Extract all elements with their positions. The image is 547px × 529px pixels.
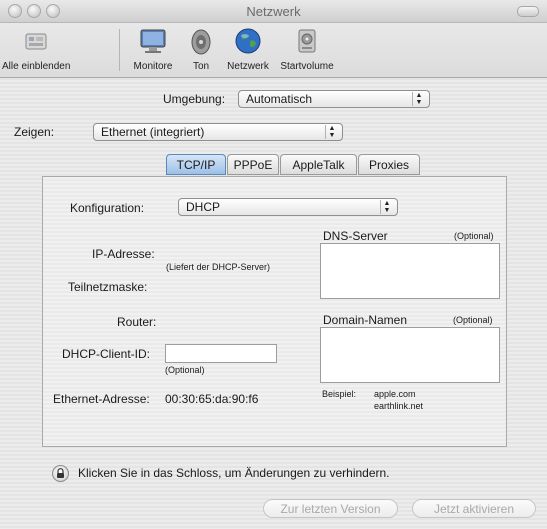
tab-appletalk[interactable]: AppleTalk [280,154,357,175]
show-all-icon [25,33,47,50]
show-popup[interactable]: Ethernet (integriert) ▲ ▼ [93,123,343,141]
router-label: Router: [117,315,157,329]
toolbar-toggle-button[interactable] [517,6,539,17]
lock-message: Klicken Sie in das Schloss, um Änderunge… [78,466,390,480]
subnet-mask-label: Teilnetzmaske: [68,280,148,294]
domain-names-textarea[interactable] [320,327,500,383]
toolbar-item-startup-disk[interactable]: Startvolume [275,26,339,72]
domain-optional-hint: (Optional) [453,315,493,325]
tab-pppoe[interactable]: PPPoE [227,154,279,175]
toolbar-item-label: Netzwerk [227,61,269,72]
popup-arrows-icon: ▲ ▼ [412,92,425,106]
padlock-icon [57,468,64,478]
configuration-label: Konfiguration: [70,201,145,215]
ip-address-hint: (Liefert der DHCP-Server) [166,262,271,272]
location-popup[interactable]: Automatisch ▲ ▼ [238,90,430,108]
ip-address-label: IP-Adresse: [92,247,155,261]
example-label: Beispiel: [322,389,357,399]
apply-now-button[interactable]: Jetzt aktivieren [412,499,536,518]
toolbar-item-label: Alle einblenden [2,61,71,72]
configuration-value: DHCP [186,200,221,214]
domain-names-label: Domain-Namen [323,313,408,327]
example-domain-1: apple.com [374,389,416,399]
window-title: Netzwerk [246,4,301,19]
monitor-icon [140,29,166,53]
toolbar-item-label: Startvolume [280,61,334,72]
disk-icon [298,29,316,53]
dhcp-client-id-input[interactable] [165,344,277,363]
tcpip-panel [42,176,507,447]
globe-icon [235,28,261,54]
dhcp-client-id-label: DHCP-Client-ID: [62,347,151,361]
ethernet-address-value: 00:30:65:da:90:f6 [165,392,259,406]
ethernet-address-label: Ethernet-Adresse: [53,392,150,406]
tab-proxies[interactable]: Proxies [358,154,420,175]
dns-server-textarea[interactable] [320,243,500,299]
lock-button[interactable] [52,465,69,482]
popup-arrows-icon: ▲ ▼ [325,125,338,139]
show-label: Zeigen: [14,125,55,139]
toolbar-item-monitors[interactable]: Monitore [128,26,178,72]
dhcp-client-id-hint: (Optional) [165,365,205,375]
example-domain-2: earthlink.net [374,401,424,411]
network-preferences-window: Netzwerk Alle einblenden Monitore Ton Ne… [0,0,547,529]
show-value: Ethernet (integriert) [101,125,205,139]
toolbar-item-network[interactable]: Netzwerk [223,26,273,72]
toolbar-item-label: Monitore [133,61,173,72]
configuration-popup[interactable]: DHCP ▲ ▼ [178,198,398,216]
dns-server-label: DNS-Server [323,229,388,243]
toolbar-item-label: Ton [192,61,210,72]
toolbar: Alle einblenden Monitore Ton Netzwerk St… [0,23,547,78]
dns-optional-hint: (Optional) [454,231,494,241]
revert-button[interactable]: Zur letzten Version [263,499,398,518]
title-bar: Netzwerk [0,0,547,23]
popup-arrows-icon: ▲ ▼ [380,200,393,214]
tab-tcpip[interactable]: TCP/IP [166,154,226,175]
toolbar-item-sound[interactable]: Ton [186,26,216,72]
speaker-icon [191,29,211,55]
location-value: Automatisch [246,92,313,106]
toolbar-separator [119,29,120,71]
location-label: Umgebung: [163,92,226,106]
toolbar-item-show-all[interactable]: Alle einblenden [2,26,70,72]
